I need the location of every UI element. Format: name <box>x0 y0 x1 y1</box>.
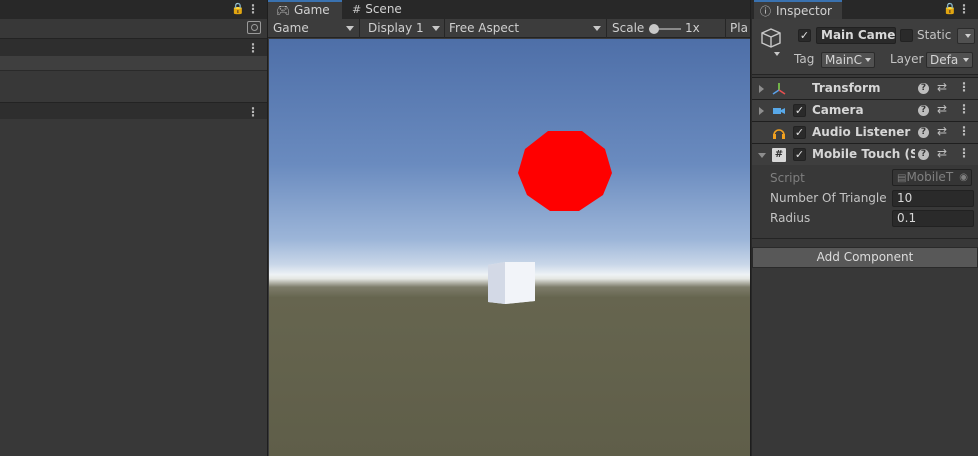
object-name-field[interactable]: Main Camera <box>816 27 896 44</box>
radius-field[interactable]: 0.1 <box>892 210 974 227</box>
triangles-field[interactable]: 10 <box>892 190 974 207</box>
tab-inspector[interactable]: ⓘ Inspector <box>754 0 842 19</box>
fold-arrow-icon[interactable] <box>759 107 764 115</box>
tab-game-label: Game <box>293 3 330 17</box>
fold-arrow-icon[interactable] <box>759 85 764 93</box>
inspector-panel: ⓘ Inspector 🔒 ⋮ ✓ Main Camera Static Tag … <box>752 0 978 456</box>
scale-label: Scale <box>612 21 645 35</box>
object-picker-icon: ◉ <box>959 172 968 183</box>
game-mode-dropdown[interactable]: Game <box>273 20 309 37</box>
kebab-menu-icon[interactable]: ⋮ <box>958 1 970 17</box>
tab-scene-label: Scene <box>365 2 402 16</box>
scale-slider-handle[interactable] <box>649 24 659 34</box>
fold-arrow-icon[interactable] <box>758 153 766 158</box>
presets-icon[interactable]: ⇄ <box>937 102 947 116</box>
component-name: Camera <box>812 103 864 117</box>
tab-scene[interactable]: # Scene <box>344 0 414 19</box>
aspect-dropdown[interactable]: Free Aspect <box>449 20 519 37</box>
kebab-menu-icon[interactable]: ⋮ <box>247 40 259 56</box>
tag-label: Tag <box>794 52 815 66</box>
tab-game[interactable]: 🎮︎ Game <box>268 0 342 19</box>
presets-icon[interactable]: ⇄ <box>937 124 947 138</box>
gameobject-header: ✓ Main Camera Static Tag MainC Layer Def… <box>752 19 978 75</box>
script-object-field: ▤MobileT ◉ <box>892 169 972 186</box>
component-enabled-checkbox[interactable]: ✓ <box>793 148 806 161</box>
active-checkbox[interactable]: ✓ <box>798 29 811 42</box>
camera-icon <box>773 108 785 114</box>
cube <box>488 262 535 304</box>
left-list-row[interactable] <box>0 56 267 71</box>
left-tab-bar: 🔒 ⋮ <box>0 0 267 19</box>
left-panel: 🔒 ⋮ ⋮ ⋮ <box>0 0 267 456</box>
kebab-menu-icon[interactable]: ⋮ <box>247 104 259 120</box>
kebab-menu-icon[interactable]: ⋮ <box>958 80 970 94</box>
triangles-label: Number Of Triangle <box>770 191 887 205</box>
add-component-button[interactable]: Add Component <box>752 247 978 268</box>
component-mobile-touch[interactable]: # ✓ Mobile Touch (Sc ? ⇄ ⋮ <box>752 143 978 165</box>
info-icon: ⓘ <box>760 5 771 18</box>
chevron-down-icon[interactable] <box>593 26 601 31</box>
lock-icon[interactable]: 🔒 <box>943 2 957 15</box>
toolbar-separator <box>606 19 607 38</box>
toolbar-separator <box>359 19 360 38</box>
play-focused-dropdown[interactable]: Pla <box>730 20 748 37</box>
chevron-down-icon[interactable] <box>346 26 354 31</box>
radius-label: Radius <box>770 211 811 225</box>
kebab-menu-icon[interactable]: ⋮ <box>958 146 970 160</box>
layer-label: Layer <box>890 52 924 66</box>
chevron-down-icon[interactable] <box>432 26 440 31</box>
presets-icon[interactable]: ⇄ <box>937 80 947 94</box>
game-viewport[interactable] <box>269 39 750 456</box>
component-camera[interactable]: ✓ Camera ? ⇄ ⋮ <box>752 99 978 121</box>
script-value: MobileT <box>906 170 954 184</box>
left-section-header[interactable]: ⋮ <box>0 102 267 119</box>
display-dropdown[interactable]: Display 1 <box>368 20 424 37</box>
help-icon[interactable]: ? <box>918 149 929 160</box>
game-toolbar: Game Display 1 Free Aspect Scale 1x Pla <box>268 19 750 38</box>
help-icon[interactable]: ? <box>918 105 929 116</box>
kebab-menu-icon[interactable]: ⋮ <box>958 124 970 138</box>
component-name: Audio Listener <box>812 125 911 139</box>
static-checkbox[interactable] <box>900 29 913 42</box>
help-icon[interactable]: ? <box>918 127 929 138</box>
script-label: Script <box>770 171 805 185</box>
gameobject-cube-icon <box>761 28 781 56</box>
component-name: Mobile Touch (Sc <box>812 147 915 161</box>
search-icon[interactable] <box>247 21 261 34</box>
red-ball <box>518 131 612 211</box>
kebab-menu-icon[interactable]: ⋮ <box>247 1 259 17</box>
component-name: Transform <box>812 81 881 95</box>
component-audio-listener[interactable]: ✓ Audio Listener ? ⇄ ⋮ <box>752 121 978 143</box>
headphones-icon <box>773 129 785 139</box>
left-toolbar <box>0 19 267 38</box>
component-transform[interactable]: Transform ? ⇄ ⋮ <box>752 77 978 99</box>
transform-icon <box>772 83 786 95</box>
kebab-menu-icon[interactable]: ⋮ <box>958 102 970 116</box>
inspector-tab-bar: ⓘ Inspector 🔒 ⋮ <box>752 0 978 19</box>
hash-icon: # <box>352 3 362 16</box>
toolbar-separator <box>444 19 445 38</box>
script-hash-icon: # <box>772 148 786 162</box>
layer-dropdown[interactable]: Defa <box>926 52 973 68</box>
game-panel: 🎮︎ Game # Scene Game Display 1 Free Aspect… <box>267 0 751 456</box>
static-dropdown[interactable] <box>957 28 975 44</box>
lock-icon[interactable]: 🔒 <box>231 2 245 15</box>
help-icon[interactable]: ? <box>918 83 929 94</box>
component-enabled-checkbox[interactable]: ✓ <box>793 126 806 139</box>
game-tab-bar: 🎮︎ Game # Scene <box>268 0 750 19</box>
inspector-divider <box>752 238 978 239</box>
tag-dropdown[interactable]: MainC <box>821 52 875 68</box>
static-label: Static <box>917 28 952 42</box>
left-section-header[interactable]: ⋮ <box>0 38 267 56</box>
gamepad-icon: 🎮︎ <box>276 4 290 17</box>
scale-value: 1x <box>685 21 700 35</box>
component-enabled-checkbox[interactable]: ✓ <box>793 104 806 117</box>
toolbar-separator <box>725 19 726 38</box>
tab-inspector-label: Inspector <box>776 4 832 18</box>
presets-icon[interactable]: ⇄ <box>937 146 947 160</box>
